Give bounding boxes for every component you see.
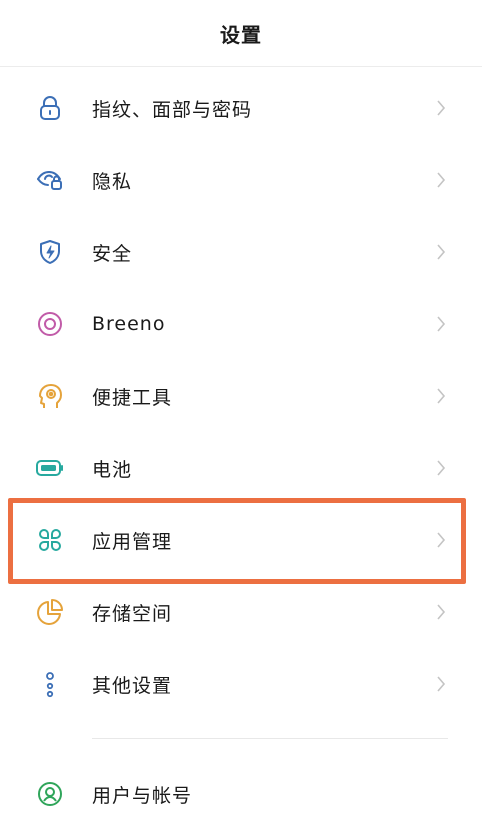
shield-icon (35, 237, 65, 267)
settings-item-other-settings[interactable]: 其他设置 (0, 648, 482, 720)
settings-item-security-lock[interactable]: 指纹、面部与密码 (0, 72, 482, 144)
chevron-right-icon (434, 169, 448, 191)
breeno-icon (35, 309, 65, 339)
chevron-right-icon (434, 241, 448, 263)
settings-item-label: 指纹、面部与密码 (92, 98, 253, 121)
settings-item-label: 隐私 (92, 170, 133, 193)
section-divider (92, 738, 448, 739)
chevron-right-icon (434, 529, 448, 551)
settings-item-convenience-tools[interactable]: 便捷工具 (0, 360, 482, 432)
settings-item-battery[interactable]: 电池 (0, 432, 482, 504)
battery-icon (35, 453, 65, 483)
top-bar: 设置 (0, 0, 482, 67)
privacy-eye-icon (35, 165, 65, 195)
more-dots-icon (35, 669, 65, 699)
settings-item-label: 用户与帐号 (92, 784, 193, 807)
settings-item-label: Breeno (92, 313, 166, 335)
settings-item-privacy[interactable]: 隐私 (0, 144, 482, 216)
chevron-right-icon (434, 601, 448, 623)
page-title: 设置 (220, 22, 262, 47)
pie-chart-icon (35, 597, 65, 627)
settings-item-label: 应用管理 (92, 530, 173, 553)
settings-item-users-accounts[interactable]: 用户与帐号 (0, 758, 482, 830)
lock-icon (35, 93, 65, 123)
settings-item-label: 其他设置 (92, 674, 173, 697)
settings-item-label: 便捷工具 (92, 386, 173, 409)
settings-item-label: 存储空间 (92, 602, 173, 625)
settings-item-label: 电池 (92, 458, 133, 481)
chevron-right-icon (434, 313, 448, 335)
chevron-right-icon (434, 97, 448, 119)
head-gear-icon (35, 381, 65, 411)
apps-grid-icon (35, 525, 65, 555)
chevron-right-icon (434, 673, 448, 695)
chevron-right-icon (434, 385, 448, 407)
chevron-right-icon (434, 457, 448, 479)
settings-item-breeno[interactable]: Breeno (0, 288, 482, 360)
settings-item-app-management[interactable]: 应用管理 (0, 504, 482, 576)
user-icon (35, 779, 65, 809)
settings-item-safety[interactable]: 安全 (0, 216, 482, 288)
settings-item-storage[interactable]: 存储空间 (0, 576, 482, 648)
settings-item-label: 安全 (92, 242, 133, 265)
